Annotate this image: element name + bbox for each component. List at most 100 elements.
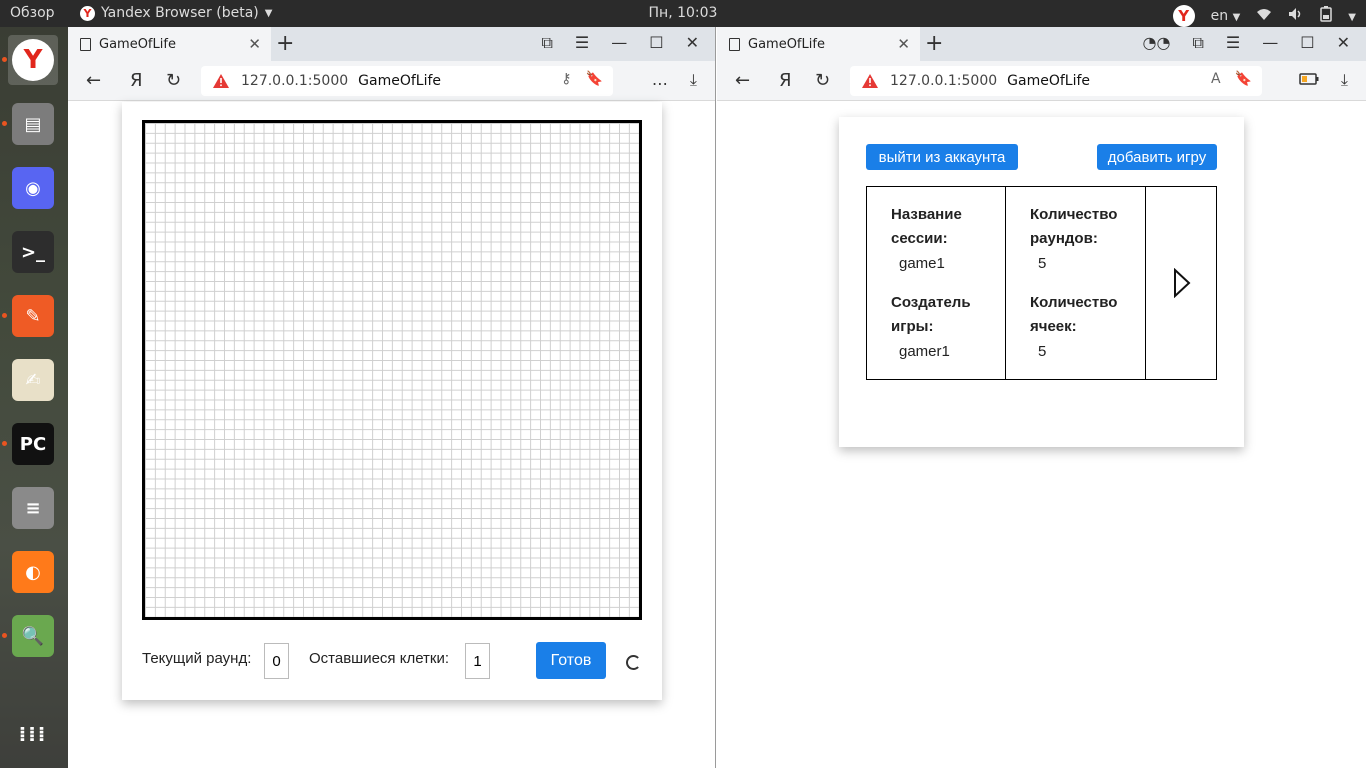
game-grid[interactable] [142,120,642,620]
running-indicator [2,57,7,62]
minimize-button[interactable]: — [611,33,627,53]
browser-toolbar: ← Я ↻ 127.0.0.1:5000 GameOfLife A 🔖 ⤓ [717,61,1366,101]
address-actions: ⚷ 🔖 [561,71,603,87]
toolbar-actions: ⤓ [1299,70,1348,90]
site-settings-icon[interactable]: ⚷ [561,71,571,87]
session-card: выйти из аккаунта добавить игру Название… [839,117,1244,447]
yandex-home-button[interactable]: Я [779,70,792,91]
session-name-value: game1 [899,255,945,272]
translate-icon[interactable]: A [1211,71,1221,87]
remaining-cells-value: 1 [465,643,490,679]
tab-gameoflife[interactable]: GameOfLife ✕ [717,27,920,61]
bookmark-icon[interactable]: 🔖 [1235,71,1252,87]
dock-item-files[interactable]: ▤ [8,99,58,149]
warning-icon[interactable] [211,72,231,90]
yandex-tray-icon[interactable]: Y [1172,5,1195,27]
cells-count-label: Количество ячеек: [1030,294,1118,335]
close-tab-icon[interactable]: ✕ [248,35,261,53]
new-tab-button[interactable]: + [925,31,943,56]
url-text: 127.0.0.1:5000 [890,73,998,89]
page-icon [80,37,91,51]
reload-button[interactable]: ↻ [815,70,830,91]
bookmark-icon[interactable]: 🔖 [586,71,603,87]
rounds-count-value: 5 [1038,255,1047,272]
rounds-count-label: Количество раундов: [1030,206,1118,247]
download-icon[interactable]: ⤓ [690,70,697,90]
clock[interactable]: Пн, 10:03 [0,5,1366,21]
incognito-icon[interactable]: ◔◔ [1143,33,1171,53]
back-button[interactable]: ← [735,70,750,91]
maximize-button[interactable]: ☐ [649,33,663,53]
system-top-bar: Обзор Y Yandex Browser (beta) ▼ Пн, 10:0… [0,0,1366,27]
more-icon[interactable]: … [652,70,668,90]
tab-title: GameOfLife [748,36,825,52]
toolbar-actions: … ⤓ [652,70,697,90]
discord-icon: ◉ [12,167,54,209]
battery-saver-icon[interactable] [1299,70,1319,90]
loading-spinner-icon [626,655,641,670]
warning-icon[interactable] [860,72,880,90]
page-icon [729,37,740,51]
minimize-button[interactable]: — [1262,33,1278,53]
reload-button[interactable]: ↻ [166,70,181,91]
running-indicator [2,313,7,318]
wifi-icon[interactable] [1256,7,1272,25]
browser-toolbar: ← Я ↻ 127.0.0.1:5000 GameOfLife ⚷ 🔖 … ⤓ [68,61,715,101]
maximize-button[interactable]: ☐ [1300,33,1314,53]
browser-window-right: GameOfLife ✕ + ◔◔ ⧉ ☰ — ☐ ✕ ← Я ↻ 127.0.… [717,27,1366,768]
session-table[interactable]: Название сессии: game1 Создатель игры: g… [866,186,1217,380]
dock-item-postman[interactable]: ✎ [8,291,58,341]
join-session-button[interactable] [1146,187,1217,379]
dock: Y ▤ ◉ >_ ✎ ✍ PC ≡ ◐ 🔍 ⁞⁞⁞ [0,27,68,768]
address-bar[interactable]: 127.0.0.1:5000 GameOfLife A 🔖 [850,66,1262,96]
tab-strip: GameOfLife ✕ + ◔◔ ⧉ ☰ — ☐ ✕ [717,27,1366,61]
creator-value: gamer1 [899,343,950,360]
tab-gameoflife[interactable]: GameOfLife ✕ [68,27,271,61]
page-content: выйти из аккаунта добавить игру Название… [717,102,1366,768]
close-window-button[interactable]: ✕ [1337,33,1350,53]
pycharm-icon: PC [12,423,54,465]
dock-item-pycharm[interactable]: PC [8,419,58,469]
address-bar[interactable]: 127.0.0.1:5000 GameOfLife ⚷ 🔖 [201,66,613,96]
database-icon: ≡ [12,487,54,529]
remaining-cells-label: Оставшиеся клетки: [309,650,450,667]
dock-item-database[interactable]: ≡ [8,483,58,533]
chevron-down-icon: ▼ [1232,12,1241,23]
add-game-button[interactable]: добавить игру [1097,144,1217,170]
dock-item-show-apps[interactable]: ⁞⁞⁞ [8,709,58,759]
menu-icon[interactable]: ☰ [1226,33,1240,53]
postman-icon: ✎ [12,295,54,337]
terminal-icon: >_ [12,231,54,273]
dock-item-image-viewer[interactable]: 🔍 [8,611,58,661]
yandex-home-button[interactable]: Я [130,70,143,91]
new-tab-button[interactable]: + [276,31,294,56]
collections-icon[interactable]: ⧉ [541,33,552,53]
close-window-button[interactable]: ✕ [686,33,699,53]
window-controls: ⧉ ☰ — ☐ ✕ [541,33,699,53]
power-menu[interactable]: ▼ [1348,8,1356,24]
yandex-browser-icon: Y [12,39,54,81]
dock-item-firefox[interactable]: ◐ [8,547,58,597]
running-indicator [2,441,7,446]
back-button[interactable]: ← [86,70,101,91]
dock-item-terminal[interactable]: >_ [8,227,58,277]
volume-icon[interactable] [1288,7,1304,25]
session-stats-column: Количество раундов: 5 Количество ячеек: … [1006,187,1146,379]
page-title: GameOfLife [1007,73,1090,89]
close-tab-icon[interactable]: ✕ [897,35,910,53]
collections-icon[interactable]: ⧉ [1192,33,1203,53]
tab-title: GameOfLife [99,36,176,52]
language-indicator[interactable]: en ▼ [1211,8,1241,24]
download-icon[interactable]: ⤓ [1341,70,1348,90]
logout-button[interactable]: выйти из аккаунта [866,144,1018,170]
current-round-label: Текущий раунд: [142,650,252,667]
dock-item-text-editor[interactable]: ✍ [8,355,58,405]
ready-button[interactable]: Готов [536,642,606,679]
dock-item-discord[interactable]: ◉ [8,163,58,213]
tab-strip: GameOfLife ✕ + ⧉ ☰ — ☐ ✕ [68,27,715,61]
menu-icon[interactable]: ☰ [575,33,589,53]
battery-icon[interactable] [1320,6,1333,26]
dock-item-yandex-browser[interactable]: Y [8,35,58,85]
session-info-column: Название сессии: game1 Создатель игры: g… [867,187,1006,379]
image-viewer-icon: 🔍 [12,615,54,657]
